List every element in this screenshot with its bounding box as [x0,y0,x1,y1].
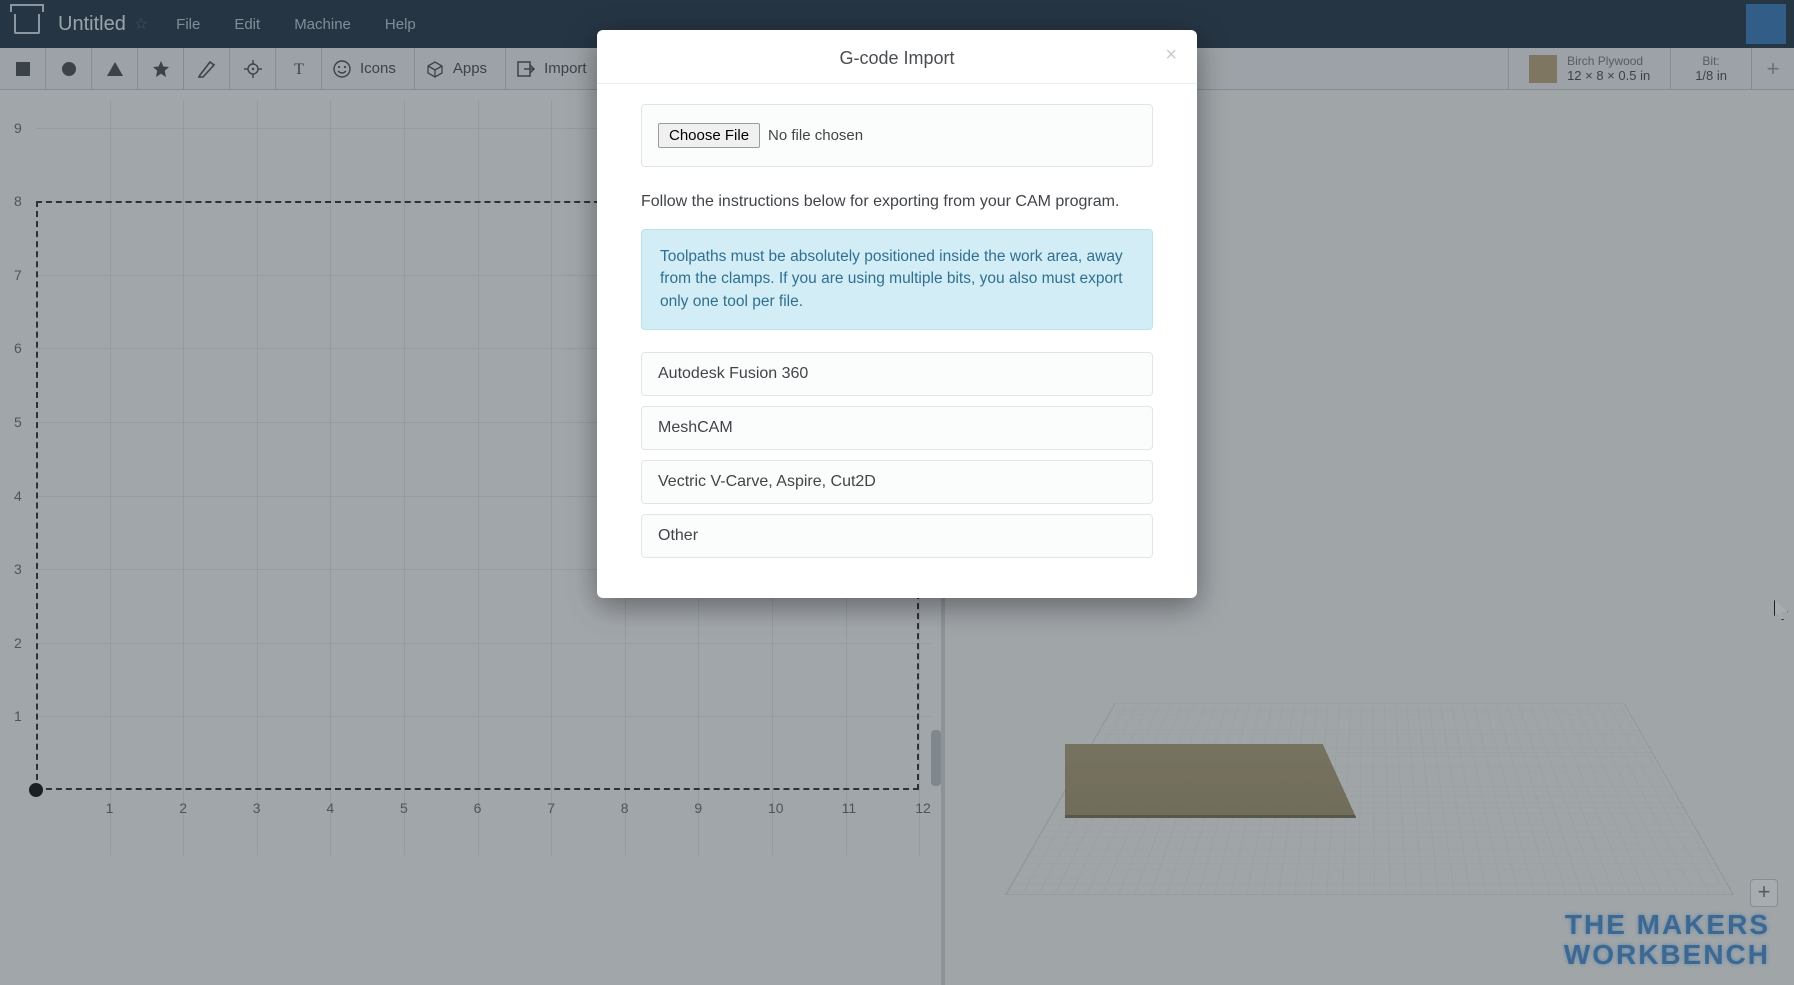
cam-option-other[interactable]: Other [641,514,1153,558]
modal-close-button[interactable]: × [1165,44,1177,67]
cam-option-meshcam[interactable]: MeshCAM [641,406,1153,450]
file-chosen-status: No file chosen [768,127,863,144]
gcode-import-modal: G-code Import × Choose File No file chos… [597,30,1197,598]
modal-notice: Toolpaths must be absolutely positioned … [641,229,1153,330]
close-icon: × [1165,44,1177,66]
modal-title: G-code Import [839,48,954,68]
cam-option-fusion360[interactable]: Autodesk Fusion 360 [641,352,1153,396]
choose-file-button[interactable]: Choose File [658,123,760,148]
cam-option-vectric[interactable]: Vectric V-Carve, Aspire, Cut2D [641,460,1153,504]
modal-instructions: Follow the instructions below for export… [641,193,1153,211]
modal-header: G-code Import × [597,30,1197,84]
file-drop-zone[interactable]: Choose File No file chosen [641,104,1153,167]
